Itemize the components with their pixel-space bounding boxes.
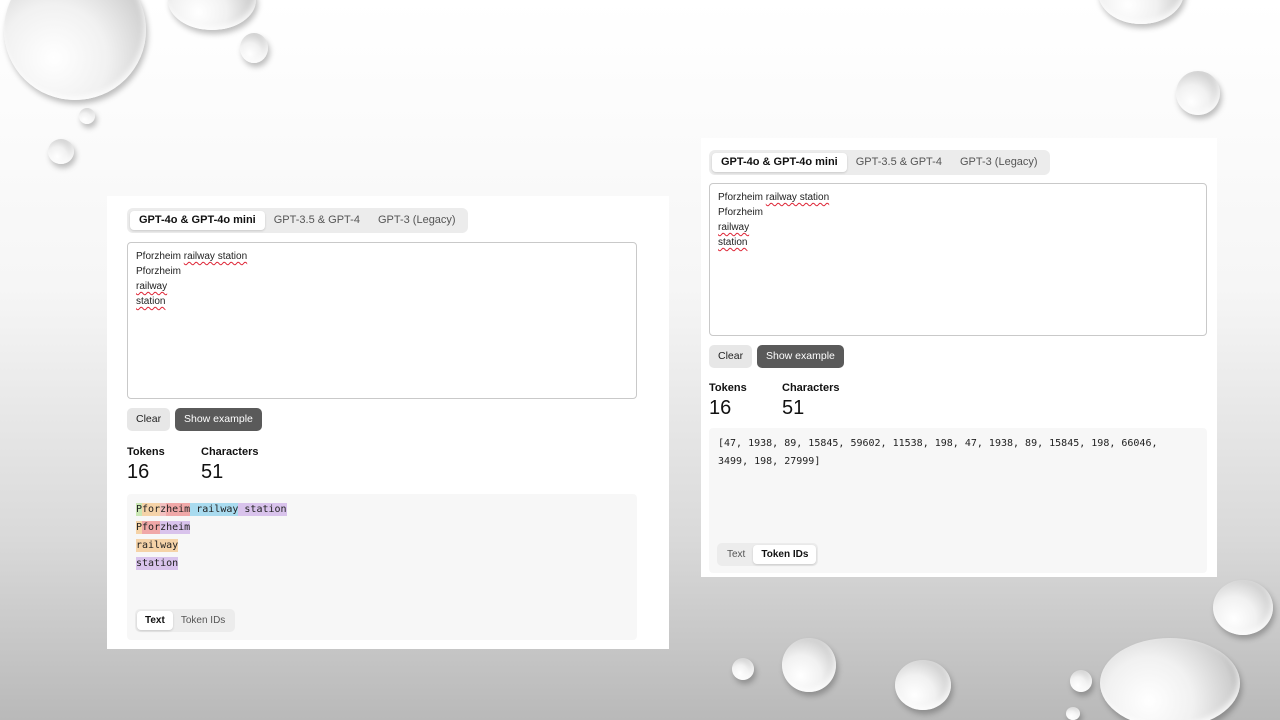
water-drop-decoration [79, 108, 95, 124]
tokens-label: Tokens [127, 446, 165, 458]
show-example-button[interactable]: Show example [175, 408, 262, 431]
tab-gpt-35-gpt-4[interactable]: GPT-3.5 & GPT-4 [265, 211, 369, 230]
input-text-segment: railway [136, 281, 168, 292]
show-example-button[interactable]: Show example [757, 345, 844, 368]
input-text-segment: station [136, 296, 166, 307]
token-text-lines: Pforzheim railway station Pforzheim railwa… [136, 501, 287, 573]
tab-gpt-35-gpt-4[interactable]: GPT-3.5 & GPT-4 [847, 153, 951, 172]
view-toggle-text[interactable]: Text [137, 611, 173, 630]
token-chip: railway [136, 539, 179, 552]
water-drop-decoration [1066, 707, 1080, 720]
tokens-count: 16 [709, 397, 732, 419]
water-drop-decoration [1176, 71, 1220, 115]
tokens-count: 16 [127, 461, 150, 483]
view-toggle: Text Token IDs [135, 609, 236, 632]
water-drop-decoration [895, 660, 951, 710]
token-chip: for [142, 503, 161, 516]
water-drop-decoration [782, 638, 836, 692]
tab-gpt-4o[interactable]: GPT-4o & GPT-4o mini [130, 211, 265, 230]
token-line: Pforzheim [136, 519, 287, 537]
input-line: Pforzheim railway station [136, 249, 628, 264]
water-drop-decoration [1100, 638, 1240, 720]
input-text-segment: Pforzheim [136, 251, 184, 262]
water-drop-decoration [168, 0, 256, 30]
tokens-label: Tokens [709, 382, 747, 394]
input-line: Pforzheim [718, 205, 1198, 220]
token-line: station [136, 555, 287, 573]
water-drop-decoration [4, 0, 146, 100]
tokenizer-panel-text-view: GPT-4o & GPT-4o mini GPT-3.5 & GPT-4 GPT… [107, 196, 669, 649]
water-drop-decoration [1213, 580, 1273, 635]
token-chip: station [238, 503, 287, 516]
input-text-segment: Pforzheim [718, 192, 766, 203]
input-line: Pforzheim railway station [718, 190, 1198, 205]
water-drop-decoration [48, 139, 74, 164]
input-text-segment: railway station [765, 192, 830, 203]
view-toggle-token-ids[interactable]: Token IDs [753, 545, 817, 564]
input-text-segment: railway station [183, 251, 248, 262]
water-drop-decoration [240, 33, 268, 63]
input-line: Pforzheim [136, 264, 628, 279]
input-text-segment: station [718, 237, 748, 248]
token-ids-text: [47, 1938, 89, 15845, 59602, 11538, 198,… [718, 438, 1158, 467]
input-text-segment: Pforzheim [718, 207, 764, 218]
token-chip: for [142, 521, 161, 534]
characters-count: 51 [782, 397, 805, 419]
characters-label: Characters [201, 446, 259, 458]
model-tabs: GPT-4o & GPT-4o mini GPT-3.5 & GPT-4 GPT… [127, 208, 468, 233]
clear-button[interactable]: Clear [709, 345, 753, 368]
characters-label: Characters [782, 382, 840, 394]
input-line: station [718, 235, 1198, 250]
input-line: railway [136, 279, 628, 294]
input-line: railway [718, 220, 1198, 235]
token-line: Pforzheim railway station [136, 501, 287, 519]
tab-gpt-4o[interactable]: GPT-4o & GPT-4o mini [712, 153, 847, 172]
view-toggle-text[interactable]: Text [719, 545, 753, 564]
water-drop-decoration [732, 658, 754, 680]
text-input[interactable]: Pforzheim railway station Pforzheim railwa… [127, 242, 637, 399]
view-toggle-token-ids[interactable]: Token IDs [173, 611, 233, 630]
input-line: station [136, 294, 628, 309]
tab-gpt-3-legacy[interactable]: GPT-3 (Legacy) [951, 153, 1047, 172]
water-drop-decoration [1070, 670, 1092, 692]
token-output: [47, 1938, 89, 15845, 59602, 11538, 198,… [709, 428, 1207, 573]
token-chip: heim [166, 503, 191, 516]
tab-gpt-3-legacy[interactable]: GPT-3 (Legacy) [369, 211, 465, 230]
token-line: railway [136, 537, 287, 555]
text-input[interactable]: Pforzheim railway station Pforzheim railwa… [709, 183, 1207, 336]
water-drop-decoration [1098, 0, 1184, 24]
clear-button[interactable]: Clear [127, 408, 171, 431]
input-text-segment: railway [718, 222, 750, 233]
tokenizer-panel-token-ids-view: GPT-4o & GPT-4o mini GPT-3.5 & GPT-4 GPT… [701, 138, 1217, 577]
view-toggle: Text Token IDs [717, 543, 819, 566]
token-chip: railway [190, 503, 239, 516]
token-output: Pforzheim railway station Pforzheim railwa… [127, 494, 637, 640]
model-tabs: GPT-4o & GPT-4o mini GPT-3.5 & GPT-4 GPT… [709, 150, 1050, 175]
token-chip: station [136, 557, 179, 570]
input-text-segment: Pforzheim [136, 266, 182, 277]
characters-count: 51 [201, 461, 224, 483]
token-chip: zheim [160, 521, 191, 534]
